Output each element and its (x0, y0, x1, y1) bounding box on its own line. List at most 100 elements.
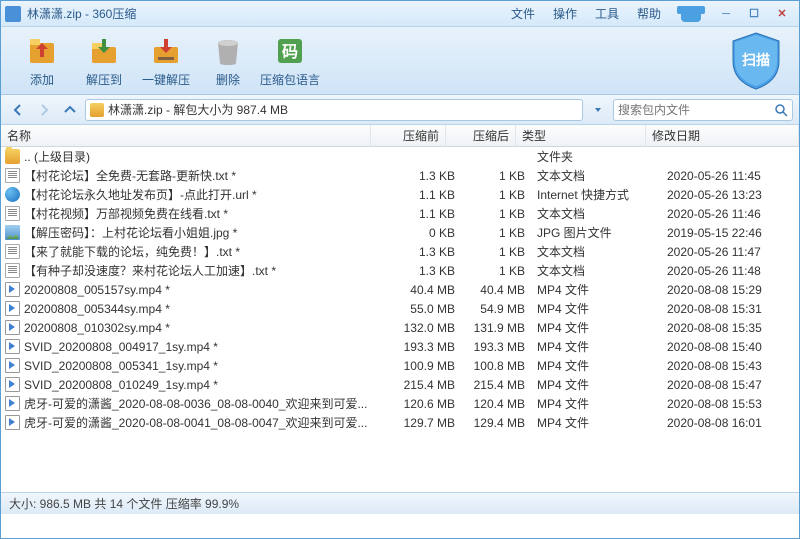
status-bar: 大小: 986.5 MB 共 14 个文件 压缩率 99.9% (1, 492, 799, 514)
titlebar: 林潇潇.zip - 360压缩 文件 操作 工具 帮助 ─ ☐ ✕ (1, 1, 799, 27)
file-name: 20200808_005157sy.mp4 * (24, 283, 386, 297)
path-dropdown-button[interactable] (587, 99, 609, 121)
file-row[interactable]: 【村花论坛永久地址发布页】-点此打开.url *1.1 KB1 KBIntern… (1, 185, 799, 204)
up-button[interactable] (59, 99, 81, 121)
extract-to-button[interactable]: 解压到 (73, 33, 135, 88)
file-size-before: 132.0 MB (386, 321, 461, 335)
mp4-icon (5, 339, 20, 354)
file-date: 2020-05-26 11:46 (661, 207, 799, 221)
file-row[interactable]: 【村花论坛】全免费-无套路-更新快.txt *1.3 KB1 KB文本文档202… (1, 166, 799, 185)
file-date: 2020-08-08 16:01 (661, 416, 799, 430)
mp4-icon (5, 415, 20, 430)
file-row[interactable]: 【村花视频】万部视频免费在线看.txt *1.1 KB1 KB文本文档2020-… (1, 204, 799, 223)
app-icon (5, 6, 21, 22)
file-type: 文本文档 (531, 167, 661, 184)
file-size-after: 193.3 MB (461, 340, 531, 354)
file-type: 文本文档 (531, 262, 661, 279)
add-icon (24, 33, 60, 69)
file-size-before: 1.1 KB (386, 207, 461, 221)
file-date: 2020-08-08 15:29 (661, 283, 799, 297)
txt-icon (5, 168, 20, 183)
file-name: .. (上级目录) (24, 148, 386, 165)
file-size-before: 1.1 KB (386, 188, 461, 202)
maximize-button[interactable]: ☐ (741, 5, 767, 23)
path-text: 林潇潇.zip - 解包大小为 987.4 MB (108, 101, 288, 118)
scan-button[interactable]: 扫描 (727, 31, 785, 91)
col-date[interactable]: 修改日期 (646, 125, 799, 146)
menu-operation[interactable]: 操作 (553, 5, 577, 22)
file-size-before: 1.3 KB (386, 264, 461, 278)
mp4-icon (5, 301, 20, 316)
file-date: 2020-08-08 15:43 (661, 359, 799, 373)
back-button[interactable] (7, 99, 29, 121)
file-type: 文件夹 (531, 148, 661, 165)
file-row[interactable]: .. (上级目录) 文件夹 (1, 147, 799, 166)
add-label: 添加 (30, 71, 54, 88)
path-box[interactable]: 林潇潇.zip - 解包大小为 987.4 MB (85, 99, 583, 121)
search-box[interactable] (613, 99, 793, 121)
file-row[interactable]: 【来了就能下载的论坛，纯免费！】.txt *1.3 KB1 KB文本文档2020… (1, 242, 799, 261)
file-name: 20200808_005344sy.mp4 * (24, 302, 386, 316)
extract-to-label: 解压到 (86, 71, 122, 88)
col-before[interactable]: 压缩前 (371, 125, 446, 146)
file-name: 虎牙-可爱的潇酱_2020-08-08-0041_08-08-0047_欢迎来到… (24, 414, 386, 431)
file-size-before: 120.6 MB (386, 397, 461, 411)
one-click-extract-button[interactable]: 一键解压 (135, 33, 197, 88)
skin-icon[interactable] (681, 6, 701, 22)
file-row[interactable]: SVID_20200808_005341_1sy.mp4 *100.9 MB10… (1, 356, 799, 375)
navbar: 林潇潇.zip - 解包大小为 987.4 MB (1, 95, 799, 125)
menu-tool[interactable]: 工具 (595, 5, 619, 22)
extract-icon (86, 33, 122, 69)
file-date: 2020-05-26 11:48 (661, 264, 799, 278)
col-name[interactable]: 名称 (1, 125, 371, 146)
file-size-after: 1 KB (461, 207, 531, 221)
folder-icon (5, 149, 20, 164)
add-button[interactable]: 添加 (11, 33, 73, 88)
file-name: 【村花论坛】全免费-无套路-更新快.txt * (24, 167, 386, 184)
file-row[interactable]: SVID_20200808_010249_1sy.mp4 *215.4 MB21… (1, 375, 799, 394)
file-row[interactable]: 【有种子却没速度？来村花论坛人工加速】.txt *1.3 KB1 KB文本文档2… (1, 261, 799, 280)
file-size-before: 193.3 MB (386, 340, 461, 354)
file-row[interactable]: 虎牙-可爱的潇酱_2020-08-08-0041_08-08-0047_欢迎来到… (1, 413, 799, 432)
file-size-after: 1 KB (461, 245, 531, 259)
file-row[interactable]: 20200808_010302sy.mp4 *132.0 MB131.9 MBM… (1, 318, 799, 337)
forward-button[interactable] (33, 99, 55, 121)
file-row[interactable]: 【解压密码】：上村花论坛看小姐姐.jpg *0 KB1 KBJPG 图片文件20… (1, 223, 799, 242)
file-date: 2020-08-08 15:35 (661, 321, 799, 335)
file-row[interactable]: 虎牙-可爱的潇酱_2020-08-08-0036_08-08-0040_欢迎来到… (1, 394, 799, 413)
file-name: SVID_20200808_010249_1sy.mp4 * (24, 378, 386, 392)
col-type[interactable]: 类型 (516, 125, 646, 146)
file-type: 文本文档 (531, 205, 661, 222)
file-type: MP4 文件 (531, 319, 661, 336)
file-date: 2020-05-26 13:23 (661, 188, 799, 202)
minimize-button[interactable]: ─ (713, 5, 739, 23)
delete-button[interactable]: 删除 (197, 33, 259, 88)
file-size-after: 1 KB (461, 264, 531, 278)
file-row[interactable]: 20200808_005157sy.mp4 *40.4 MB40.4 MBMP4… (1, 280, 799, 299)
file-type: MP4 文件 (531, 338, 661, 355)
file-list[interactable]: .. (上级目录)文件夹【村花论坛】全免费-无套路-更新快.txt *1.3 K… (1, 147, 799, 492)
search-input[interactable] (618, 103, 774, 117)
file-row[interactable]: 20200808_005344sy.mp4 *55.0 MB54.9 MBMP4… (1, 299, 799, 318)
file-size-before: 129.7 MB (386, 416, 461, 430)
pkg-lang-button[interactable]: 码 压缩包语言 (259, 33, 321, 88)
menu-file[interactable]: 文件 (511, 5, 535, 22)
window-controls: ─ ☐ ✕ (713, 5, 795, 23)
file-size-after: 40.4 MB (461, 283, 531, 297)
txt-icon (5, 244, 20, 259)
close-button[interactable]: ✕ (769, 5, 795, 23)
file-name: 【村花视频】万部视频免费在线看.txt * (24, 205, 386, 222)
file-name: 【村花论坛永久地址发布页】-点此打开.url * (24, 186, 386, 203)
one-click-icon (148, 33, 184, 69)
file-size-before: 55.0 MB (386, 302, 461, 316)
file-size-after: 1 KB (461, 169, 531, 183)
mp4-icon (5, 282, 20, 297)
col-after[interactable]: 压缩后 (446, 125, 516, 146)
menu-help[interactable]: 帮助 (637, 5, 661, 22)
file-type: 文本文档 (531, 243, 661, 260)
jpg-icon (5, 225, 20, 240)
file-name: 【有种子却没速度？来村花论坛人工加速】.txt * (24, 262, 386, 279)
search-icon[interactable] (774, 103, 788, 117)
svg-text:码: 码 (282, 43, 298, 61)
file-row[interactable]: SVID_20200808_004917_1sy.mp4 *193.3 MB19… (1, 337, 799, 356)
